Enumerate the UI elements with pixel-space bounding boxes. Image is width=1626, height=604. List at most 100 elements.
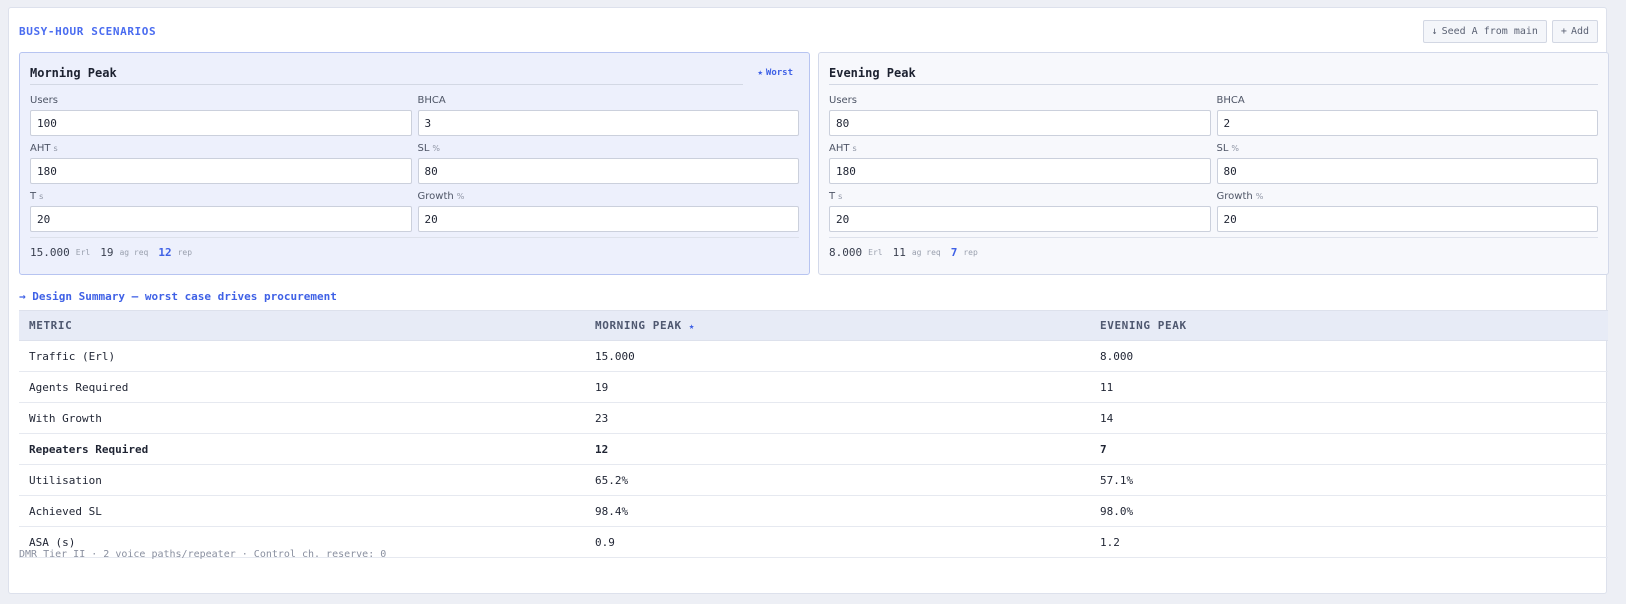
erl-unit: Erl — [75, 247, 91, 257]
bhca-label: BHCA — [1216, 95, 1245, 106]
scenario-name[interactable]: Morning Peak — [30, 63, 744, 85]
worst-star-icon: ★ — [688, 322, 695, 332]
aht-label: AHT s — [829, 143, 857, 154]
aht-label: AHT s — [30, 143, 58, 154]
table-header-row: METRIC MORNING PEAK ★ EVENING PEAK — [19, 310, 1608, 341]
sl-input[interactable] — [1216, 158, 1598, 184]
footnote: DMR Tier II · 2 voice paths/repeater · C… — [19, 549, 387, 560]
header-evening-peak: EVENING PEAK — [1090, 310, 1608, 341]
add-button-label: Add — [1570, 26, 1589, 37]
metric-cell: Agents Required — [19, 371, 585, 403]
repeaters-unit: rep — [177, 247, 193, 257]
scenario-card-morning-peak: Morning Peak ★ Worst Users BHCA AHTs SL% — [19, 52, 810, 275]
evening-peak-cell: 1.2 — [1090, 526, 1608, 558]
sl-label: SL% — [1216, 143, 1240, 154]
field-t: Ts — [30, 190, 412, 232]
plus-icon: + — [1560, 26, 1567, 37]
section-title: BUSY-HOUR SCENARIOS — [19, 25, 157, 38]
sl-unit: % — [1231, 144, 1240, 153]
t-unit: s — [838, 192, 843, 201]
table-row: With Growth 23 14 — [19, 402, 1608, 434]
field-sl: SL% — [1216, 142, 1598, 184]
add-scenario-button[interactable]: + Add — [1551, 20, 1598, 43]
table-body: Traffic (Erl) 15.000 8.000 Agents Required 1… — [19, 340, 1608, 558]
metric-cell: With Growth — [19, 402, 585, 434]
arrow-down-icon: ↓ — [1431, 26, 1438, 37]
aht-input[interactable] — [829, 158, 1211, 184]
evening-peak-cell: 98.0% — [1090, 495, 1608, 527]
field-growth: Growth% — [417, 190, 799, 232]
repeaters-unit: rep — [963, 247, 978, 257]
users-label: Users — [829, 95, 858, 106]
worst-label: Worst — [765, 68, 793, 78]
growth-input[interactable] — [417, 206, 799, 232]
table-row: Agents Required 19 11 — [19, 371, 1608, 403]
morning-peak-cell: 19 — [585, 371, 1090, 403]
t-input[interactable] — [30, 206, 412, 232]
seed-button-label: Seed A from main — [1441, 26, 1538, 37]
field-t: Ts — [829, 190, 1211, 232]
design-summary-title: → Design Summary — worst case drives pro… — [19, 290, 337, 303]
users-input[interactable] — [829, 110, 1211, 136]
evening-peak-cell: 7 — [1090, 433, 1608, 465]
metric-cell: Repeaters Required — [19, 433, 585, 465]
t-label: Ts — [829, 191, 843, 202]
metric-cell: Utilisation — [19, 464, 585, 496]
metric-cell: Traffic (Erl) — [19, 340, 585, 372]
field-users: Users — [30, 94, 412, 136]
table-row: Achieved SL 98.4% 98.0% — [19, 495, 1608, 527]
evening-peak-cell: 8.000 — [1090, 340, 1608, 372]
field-users: Users — [829, 94, 1211, 136]
morning-peak-cell: 65.2% — [585, 464, 1090, 496]
repeaters-value: 12 — [158, 245, 172, 259]
evening-peak-cell: 57.1% — [1090, 464, 1608, 496]
growth-input[interactable] — [1216, 206, 1598, 232]
t-input[interactable] — [829, 206, 1211, 232]
agents-unit: ag req — [119, 247, 149, 257]
evening-peak-cell: 14 — [1090, 402, 1608, 434]
sl-label: SL% — [417, 143, 441, 154]
field-bhca: BHCA — [417, 94, 799, 136]
field-aht: AHT s — [30, 142, 412, 184]
t-unit: s — [39, 192, 44, 201]
sl-unit: % — [432, 144, 441, 153]
morning-peak-cell: 12 — [585, 433, 1090, 465]
scenario-header: Evening Peak — [829, 63, 1598, 85]
users-input[interactable] — [30, 110, 412, 136]
design-summary-table: METRIC MORNING PEAK ★ EVENING PEAK Traff… — [19, 310, 1608, 558]
worst-badge: ★ Worst — [757, 63, 793, 83]
star-icon: ★ — [757, 68, 763, 78]
field-sl: SL% — [417, 142, 799, 184]
sl-input[interactable] — [417, 158, 799, 184]
agents-value: 11 — [892, 245, 906, 259]
scenario-summary: 15.000 Erl 19 ag req 12 rep — [30, 237, 799, 266]
bhca-input[interactable] — [1216, 110, 1598, 136]
growth-label: Growth% — [417, 191, 465, 202]
growth-unit: % — [1255, 192, 1264, 201]
repeaters-value: 7 — [950, 245, 958, 259]
metric-cell: Achieved SL — [19, 495, 585, 527]
erl-value: 15.000 — [30, 245, 70, 259]
table-row: Traffic (Erl) 15.000 8.000 — [19, 340, 1608, 372]
erl-unit: Erl — [868, 247, 883, 257]
users-label: Users — [30, 95, 59, 106]
growth-label: Growth% — [1216, 191, 1264, 202]
busy-hour-panel: BUSY-HOUR SCENARIOS ↓ Seed A from main +… — [8, 7, 1609, 594]
aht-unit: s — [852, 144, 857, 153]
scenario-fields: Users BHCA AHTs SL% Ts Growth% — [829, 94, 1598, 232]
field-growth: Growth% — [1216, 190, 1598, 232]
morning-peak-cell: 15.000 — [585, 340, 1090, 372]
agents-value: 19 — [100, 245, 114, 259]
aht-input[interactable] — [30, 158, 412, 184]
agents-unit: ag req — [911, 247, 941, 257]
morning-peak-cell: 23 — [585, 402, 1090, 434]
aht-unit: s — [53, 144, 58, 153]
field-aht: AHT s — [829, 142, 1211, 184]
table-row: Utilisation 65.2% 57.1% — [19, 464, 1608, 496]
header-metric: METRIC — [19, 310, 585, 341]
scenario-header: Morning Peak ★ Worst — [30, 63, 799, 85]
seed-from-main-button[interactable]: ↓ Seed A from main — [1422, 20, 1547, 43]
bhca-input[interactable] — [417, 110, 799, 136]
growth-unit: % — [456, 192, 465, 201]
scenario-name[interactable]: Evening Peak — [829, 63, 1598, 85]
